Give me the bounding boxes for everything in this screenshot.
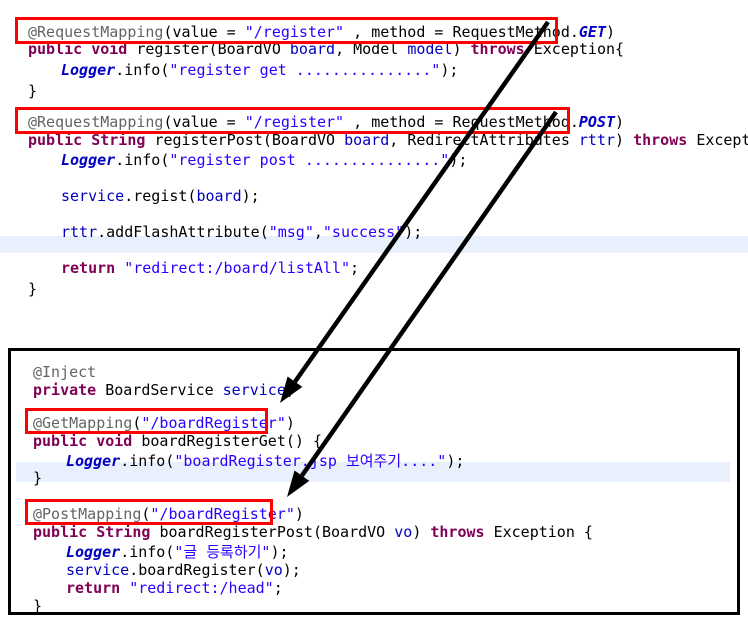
code-line: service.regist(board); <box>61 187 260 205</box>
code-line: Logger.info("register post .............… <box>61 151 468 169</box>
code-line: } <box>28 280 38 298</box>
code-line: Logger.info("register get ..............… <box>61 61 459 79</box>
code-canvas: @RequestMapping(value = "/register" , me… <box>0 0 748 633</box>
code-line: Logger.info("boardRegister.jsp 보여주기...."… <box>66 452 465 470</box>
code-line: rttr.addFlashAttribute("msg","success"); <box>61 223 423 241</box>
code-line: return "redirect:/board/listAll"; <box>61 259 360 277</box>
code-line: private BoardService service; <box>33 381 295 399</box>
code-line: } <box>28 82 38 100</box>
code-line: } <box>33 469 43 487</box>
code-line: return "redirect:/head"; <box>66 579 283 597</box>
code-line: } <box>33 597 43 615</box>
